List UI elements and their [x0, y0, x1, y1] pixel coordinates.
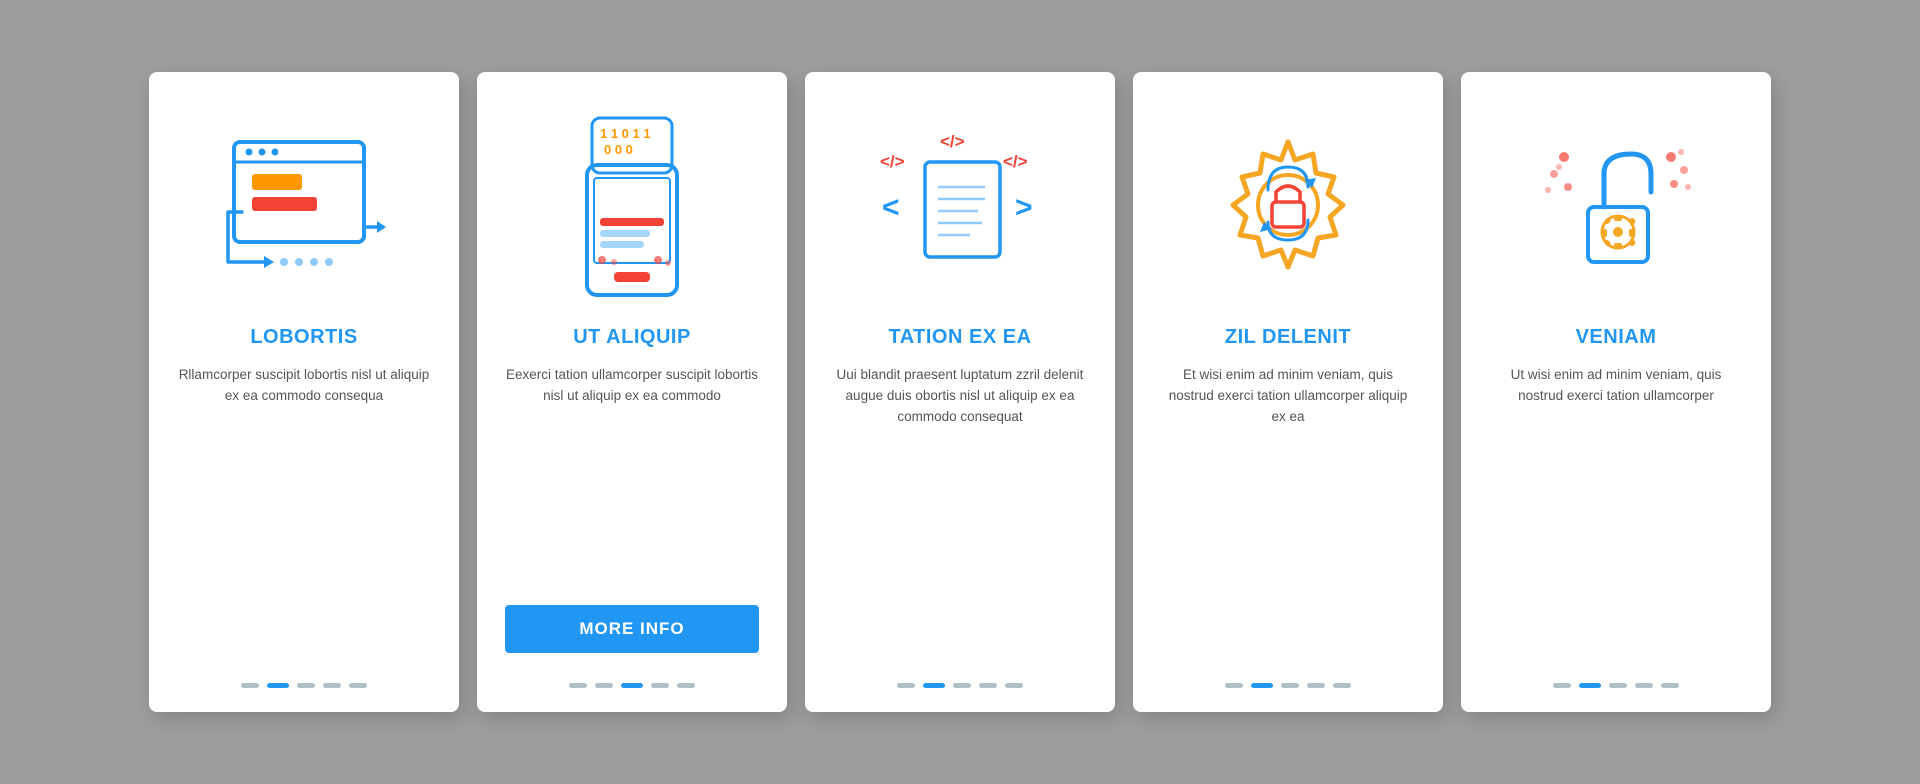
- dots-row: [1553, 673, 1679, 688]
- dot-2-active: [923, 683, 945, 688]
- dot-3: [1281, 683, 1299, 688]
- card-title: VENIAM: [1576, 326, 1657, 349]
- dot-2-active: [1579, 683, 1601, 688]
- dot-5: [1661, 683, 1679, 688]
- card-desc: Et wisi enim ad minim veniam, quis nostr…: [1161, 365, 1415, 653]
- dot-4: [1307, 683, 1325, 688]
- dot-4: [1635, 683, 1653, 688]
- card-title: LOBORTIS: [250, 326, 357, 349]
- dot-1: [241, 683, 259, 688]
- gear-security-icon: [1188, 102, 1388, 302]
- card-title: TATION EX EA: [888, 326, 1031, 349]
- dot-3: [297, 683, 315, 688]
- code-document-icon: </> </> </> < >: [860, 102, 1060, 302]
- svg-text:<: <: [882, 191, 900, 224]
- mobile-binary-icon: 1 1 0 1 1 0 0 0: [532, 102, 732, 302]
- dots-row: [897, 673, 1023, 688]
- svg-text:</>: </>: [880, 152, 905, 171]
- card-desc: Ut wisi enim ad minim veniam, quis nostr…: [1489, 365, 1743, 653]
- dot-2: [595, 683, 613, 688]
- dot-4: [651, 683, 669, 688]
- card-title: ZIL DELENIT: [1225, 326, 1351, 349]
- svg-text:1 1 0 1 1: 1 1 0 1 1: [600, 126, 651, 141]
- card-desc: Uui blandit praesent luptatum zzril dele…: [833, 365, 1087, 653]
- svg-text:</>: </>: [940, 132, 965, 151]
- card-zil-delenit: ZIL DELENIT Et wisi enim ad minim veniam…: [1133, 72, 1443, 712]
- dot-1: [1553, 683, 1571, 688]
- dot-5: [349, 683, 367, 688]
- svg-text:>: >: [1015, 191, 1033, 224]
- dot-1: [897, 683, 915, 688]
- dot-1: [1225, 683, 1243, 688]
- dot-3-active: [621, 683, 643, 688]
- dot-5: [1333, 683, 1351, 688]
- svg-text:0 0 0: 0 0 0: [604, 142, 633, 157]
- dot-1: [569, 683, 587, 688]
- dot-5: [1005, 683, 1023, 688]
- card-desc: Eexerci tation ullamcorper suscipit lobo…: [505, 365, 759, 585]
- card-title: UT ALIQUIP: [573, 326, 691, 349]
- more-info-button[interactable]: MORE INFO: [505, 605, 759, 653]
- card-veniam: VENIAM Ut wisi enim ad minim veniam, qui…: [1461, 72, 1771, 712]
- dot-5: [677, 683, 695, 688]
- dots-row: [569, 673, 695, 688]
- dots-row: [241, 673, 367, 688]
- dot-3: [1609, 683, 1627, 688]
- svg-text:</>: </>: [1003, 152, 1028, 171]
- dot-4: [979, 683, 997, 688]
- dots-row: [1225, 673, 1351, 688]
- card-tation-ex-ea: </> </> </> < > TATION EX EA Uui blandit…: [805, 72, 1115, 712]
- card-ut-aliquip: 1 1 0 1 1 0 0 0 UT ALIQUIP Eexerci tatio…: [477, 72, 787, 712]
- web-layout-icon: [204, 102, 404, 302]
- card-lobortis: LOBORTIS Rllamcorper suscipit lobortis n…: [149, 72, 459, 712]
- cards-container: LOBORTIS Rllamcorper suscipit lobortis n…: [89, 32, 1831, 752]
- dot-3: [953, 683, 971, 688]
- lock-gear-icon: [1516, 102, 1716, 302]
- dot-4: [323, 683, 341, 688]
- dot-2-active: [267, 683, 289, 688]
- card-desc: Rllamcorper suscipit lobortis nisl ut al…: [177, 365, 431, 653]
- dot-2-active: [1251, 683, 1273, 688]
